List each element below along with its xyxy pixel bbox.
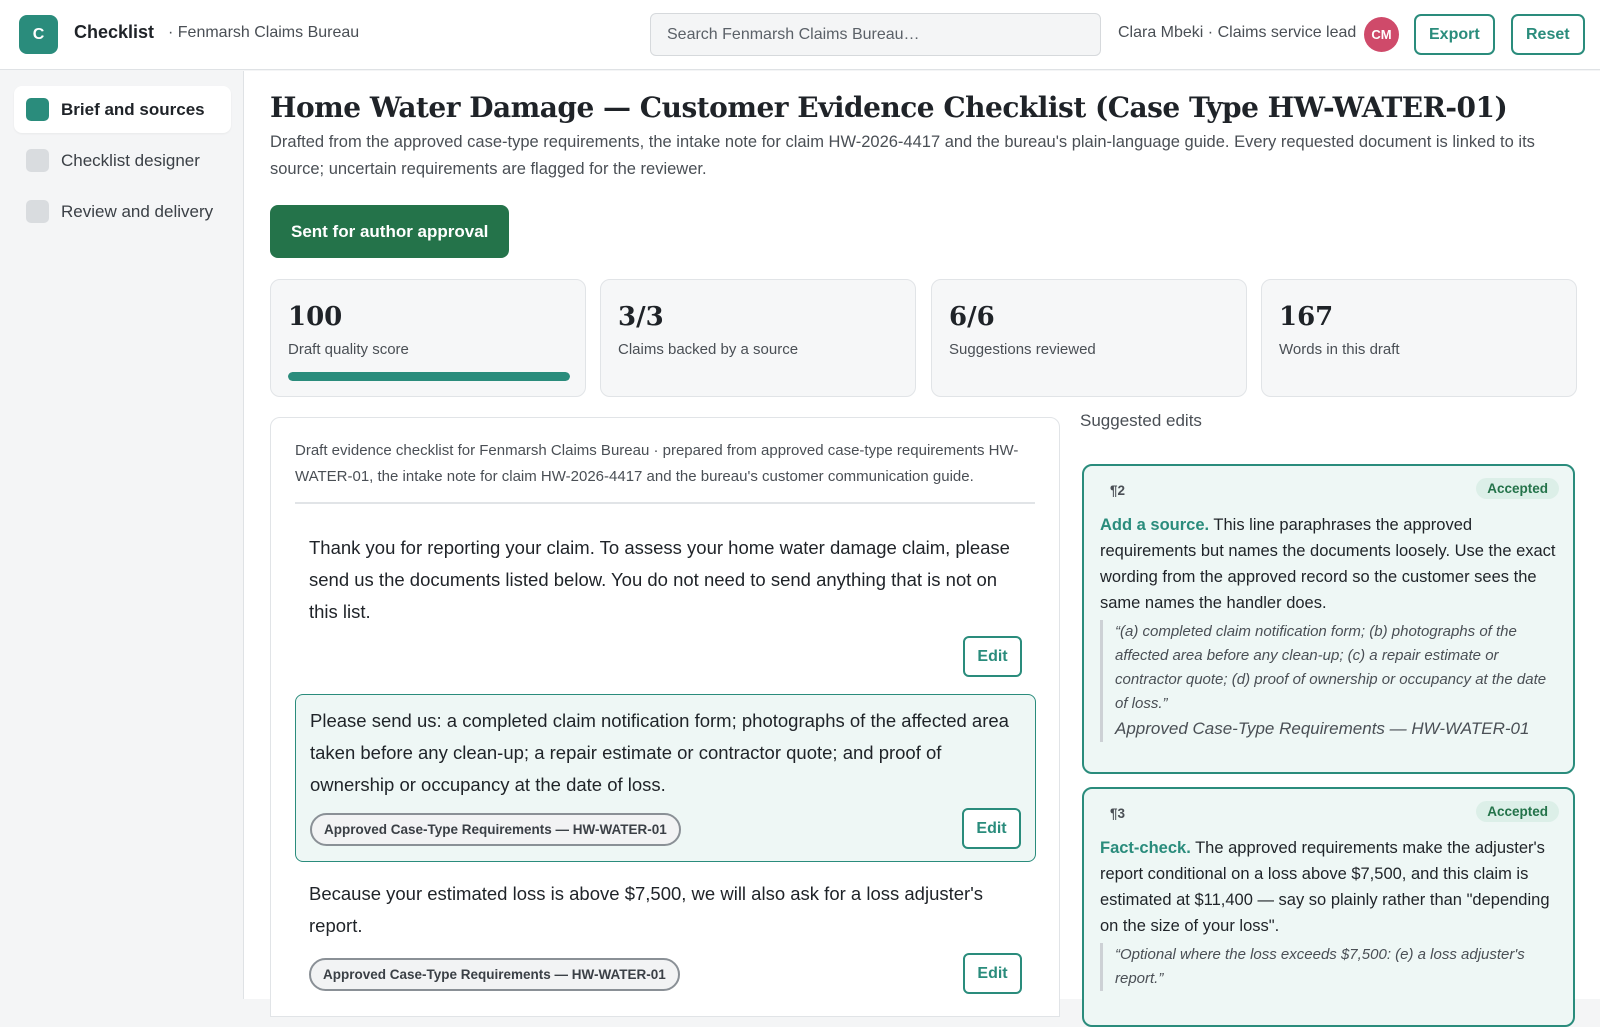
sent-for-approval-button[interactable]: Sent for author approval xyxy=(270,205,510,258)
avatar[interactable]: CM xyxy=(1364,17,1399,52)
sidebar-item-review-and-delivery[interactable]: Review and delivery xyxy=(14,188,231,235)
stat-label: Suggestions reviewed xyxy=(949,341,1096,358)
suggestions-title: Suggested edits xyxy=(1080,411,1202,430)
reset-button[interactable]: Reset xyxy=(1511,14,1585,55)
quality-progress-fill xyxy=(288,372,570,381)
step-dot-icon xyxy=(26,98,49,121)
sidebar-item-brief-and-sources[interactable]: Brief and sources xyxy=(14,86,231,133)
sidebar-item-checklist-designer[interactable]: Checklist designer xyxy=(14,137,231,184)
page-title: Home Water Damage — Customer Evidence Ch… xyxy=(270,91,1508,124)
suggestion-card[interactable]: ¶3 Accepted Fact-check. The approved req… xyxy=(1082,787,1575,1027)
paragraph-text: Thank you for reporting your claim. To a… xyxy=(309,537,1010,622)
paragraph-text: Because your estimated loss is above $7,… xyxy=(309,883,983,936)
quote-text: “(a) completed claim notification form; … xyxy=(1115,623,1547,712)
draft-document: Draft evidence checklist for Fenmarsh Cl… xyxy=(270,417,1060,1017)
draft-paragraph-3[interactable]: Because your estimated loss is above $7,… xyxy=(295,873,1036,1013)
main-panel: Home Water Damage — Customer Evidence Ch… xyxy=(244,71,1600,1027)
search-input[interactable] xyxy=(650,13,1101,56)
suggestion-kind: Fact-check. xyxy=(1100,839,1191,857)
draft-paragraph-2[interactable]: Please send us: a completed claim notifi… xyxy=(295,694,1036,862)
suggestion-card[interactable]: ¶2 Accepted Add a source. This line para… xyxy=(1082,464,1575,774)
edit-paragraph-button[interactable]: Edit xyxy=(963,953,1022,994)
quote-text: “Optional where the loss exceeds $7,500:… xyxy=(1115,946,1525,987)
sidebar: Brief and sources Checklist designer Rev… xyxy=(0,71,244,999)
suggestion-body: Fact-check. The approved requirements ma… xyxy=(1100,835,1557,939)
top-bar: C Checklist · Fenmarsh Claims Bureau Cla… xyxy=(0,0,1600,70)
paragraph-ref: ¶2 xyxy=(1110,483,1126,498)
stat-label: Words in this draft xyxy=(1279,341,1400,358)
quote-source: Approved Case-Type Requirements — HW-WAT… xyxy=(1115,719,1530,738)
stat-label: Claims backed by a source xyxy=(618,341,799,358)
edit-paragraph-button[interactable]: Edit xyxy=(962,808,1021,849)
page-subtitle: Drafted from the approved case-type requ… xyxy=(270,133,1535,178)
suggestion-kind: Add a source. xyxy=(1100,516,1210,534)
paragraph-text: Please send us: a completed claim notifi… xyxy=(310,710,1009,795)
stat-card-claims-backed: 3/3 Claims backed by a source xyxy=(600,279,916,397)
stat-card-suggestions-reviewed: 6/6 Suggestions reviewed xyxy=(931,279,1247,397)
draft-paragraph-1[interactable]: Thank you for reporting your claim. To a… xyxy=(295,527,1036,677)
sidebar-item-label: Checklist designer xyxy=(61,150,200,170)
stat-value: 6/6 xyxy=(949,302,995,332)
app-title: Checklist xyxy=(74,22,155,42)
source-chip[interactable]: Approved Case-Type Requirements — HW-WAT… xyxy=(309,958,680,991)
status-badge: Accepted xyxy=(1476,478,1559,499)
draft-meta: Draft evidence checklist for Fenmarsh Cl… xyxy=(295,438,1035,504)
status-badge: Accepted xyxy=(1476,801,1559,822)
quality-progress-bar xyxy=(288,372,570,381)
suggestion-body: Add a source. This line paraphrases the … xyxy=(1100,512,1557,616)
stat-value: 100 xyxy=(288,302,343,332)
stat-value: 167 xyxy=(1279,302,1334,332)
export-button[interactable]: Export xyxy=(1414,14,1495,55)
stat-label: Draft quality score xyxy=(288,341,409,358)
sidebar-item-label: Review and delivery xyxy=(61,201,214,221)
app-logo[interactable]: C xyxy=(19,15,58,54)
source-chip[interactable]: Approved Case-Type Requirements — HW-WAT… xyxy=(310,813,681,846)
step-dot-icon xyxy=(26,200,49,223)
step-dot-icon xyxy=(26,149,49,172)
user-label: Clara Mbeki · Claims service lead xyxy=(1118,24,1357,41)
sidebar-item-label: Brief and sources xyxy=(61,99,205,119)
paragraph-ref: ¶3 xyxy=(1110,806,1126,821)
stat-card-quality-score: 100 Draft quality score xyxy=(270,279,586,397)
org-name: · Fenmarsh Claims Bureau xyxy=(168,24,360,41)
stat-card-word-count: 167 Words in this draft xyxy=(1261,279,1577,397)
edit-paragraph-button[interactable]: Edit xyxy=(963,636,1022,677)
source-quote: “Optional where the loss exceeds $7,500:… xyxy=(1100,943,1557,991)
source-quote: “(a) completed claim notification form; … xyxy=(1100,620,1557,742)
stat-value: 3/3 xyxy=(618,302,664,332)
